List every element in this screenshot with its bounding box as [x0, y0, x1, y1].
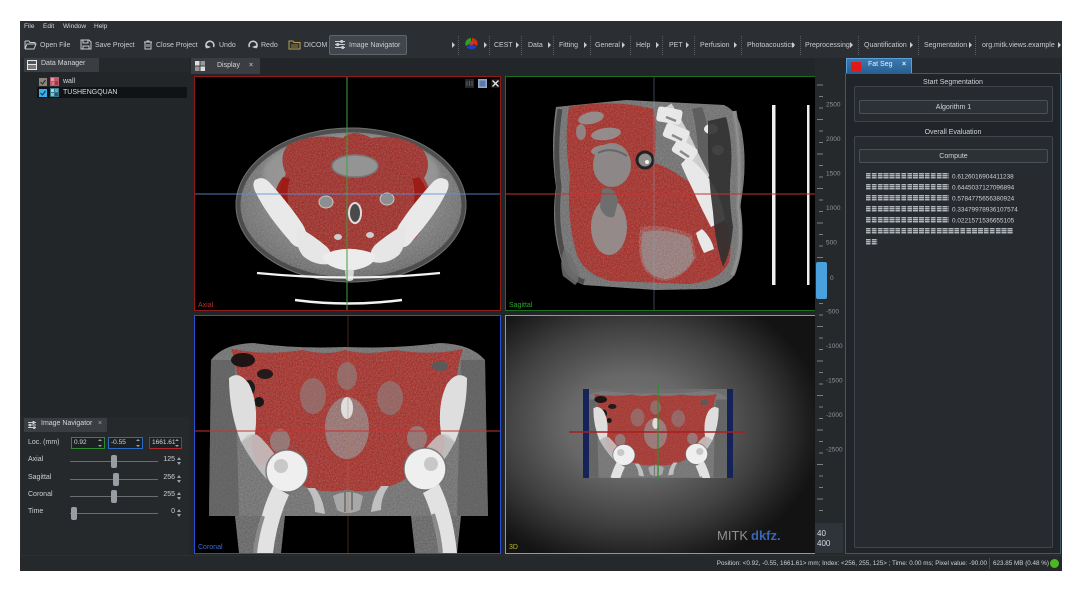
svg-text:MITK: MITK — [717, 528, 748, 543]
svg-text:Coronal: Coronal — [198, 544, 223, 551]
svg-text:2000: 2000 — [826, 136, 841, 143]
svg-text:-2500: -2500 — [826, 447, 843, 454]
svg-text:-1000: -1000 — [826, 343, 843, 350]
svg-text:dkfz.: dkfz. — [751, 528, 781, 543]
svg-text:-1500: -1500 — [826, 378, 843, 385]
svg-text:-500: -500 — [826, 309, 839, 316]
svg-text:40: 40 — [817, 529, 826, 538]
svg-text:0: 0 — [830, 275, 834, 282]
svg-text:2500: 2500 — [826, 102, 841, 109]
svg-text:1500: 1500 — [826, 171, 841, 178]
svg-text:Sagittal: Sagittal — [509, 302, 533, 309]
svg-text:500: 500 — [826, 240, 837, 247]
svg-text:-2000: -2000 — [826, 412, 843, 419]
svg-text:Axial: Axial — [198, 302, 214, 309]
svg-text:3D: 3D — [509, 544, 518, 551]
svg-text:1000: 1000 — [826, 205, 841, 212]
svg-text:400: 400 — [817, 539, 831, 548]
